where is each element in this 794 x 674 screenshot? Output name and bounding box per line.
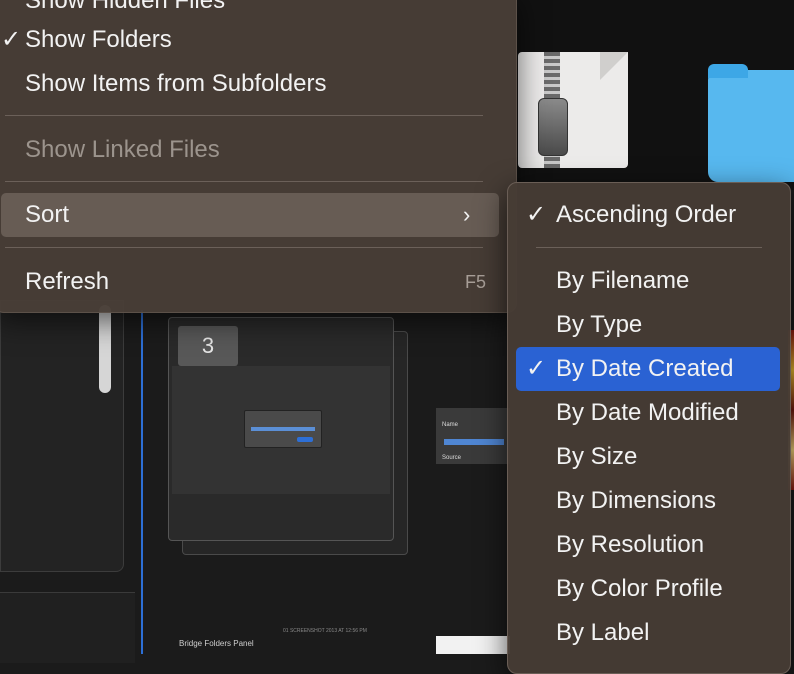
submenu-item-label: By Color Profile (556, 575, 723, 602)
view-context-menu: Show Hidden Files ✓ Show Folders Show It… (0, 0, 517, 313)
menu-item-show-folders[interactable]: ✓ Show Folders (1, 18, 511, 62)
submenu-item-by-label[interactable]: By Label (516, 611, 780, 655)
menu-item-show-items-from-subfolders[interactable]: Show Items from Subfolders (1, 62, 511, 106)
submenu-item-by-filename[interactable]: By Filename (516, 259, 780, 303)
menu-item-shortcut: F5 (465, 272, 487, 292)
folder-tab (708, 64, 748, 78)
thumbnail-caption: Bridge Folders Panel (179, 639, 254, 648)
menu-item-sort[interactable]: Sort › (1, 193, 499, 237)
submenu-item-label: By Label (556, 619, 650, 646)
submenu-item-label: By Type (556, 311, 643, 338)
zip-archive-icon[interactable] (518, 52, 628, 168)
menu-item-show-linked-files: Show Linked Files (1, 128, 511, 172)
submenu-item-label: By Date Created (556, 355, 734, 382)
small-thumb-highlight (444, 439, 504, 445)
submenu-item-label: By Resolution (556, 531, 705, 558)
thumbnail-progress-preview (251, 427, 315, 431)
stack-count-badge[interactable]: 3 (178, 326, 238, 366)
submenu-item-by-dimensions[interactable]: By Dimensions (516, 479, 780, 523)
page-fold (600, 52, 628, 80)
thumbnail-image (172, 366, 390, 494)
menu-item-refresh[interactable]: Refresh F5 (1, 260, 511, 304)
submenu-item-label: By Date Modified (556, 399, 739, 426)
zipper-pull (538, 98, 568, 156)
submenu-item-label: By Size (556, 443, 638, 470)
small-thumb-source: Source (442, 455, 462, 461)
checkmark-icon: ✓ (526, 201, 547, 228)
menu-separator (5, 115, 483, 116)
white-thumbnail[interactable] (436, 636, 510, 654)
submenu-item-label: By Filename (556, 267, 690, 294)
menu-item-label: Show Linked Files (25, 136, 220, 163)
panel-focus-divider (141, 310, 143, 654)
menu-separator (536, 247, 762, 248)
submenu-item-label: By Dimensions (556, 487, 717, 514)
submenu-item-by-type[interactable]: By Type (516, 303, 780, 347)
menu-item-label: Sort (25, 201, 70, 228)
thumbnail-button-preview (297, 437, 313, 442)
small-thumb-name: Name (442, 422, 459, 428)
submenu-item-by-date-modified[interactable]: By Date Modified (516, 391, 780, 435)
submenu-item-by-date-created[interactable]: ✓ By Date Created (516, 347, 780, 391)
small-thumbnail[interactable]: Name Source (436, 408, 510, 464)
left-panel-lower (0, 592, 135, 663)
submenu-item-by-color-profile[interactable]: By Color Profile (516, 567, 780, 611)
left-panel-scrollbar[interactable] (99, 305, 111, 393)
chevron-right-icon: › (463, 202, 471, 227)
menu-item-label: Show Items from Subfolders (25, 70, 327, 97)
checkmark-icon: ✓ (526, 355, 547, 382)
menu-separator (5, 247, 483, 248)
sort-submenu: ✓ Ascending Order By Filename By Type ✓ … (507, 182, 791, 674)
menu-item-label: Show Folders (25, 26, 172, 53)
submenu-item-ascending-order[interactable]: ✓ Ascending Order (516, 193, 780, 237)
submenu-item-label: Ascending Order (556, 201, 737, 228)
thumbnail-dialog-preview (244, 410, 322, 448)
thumbnail-timestamp: 01 SCREENSHOT 2013 AT 12:56 PM (283, 628, 367, 634)
submenu-item-by-resolution[interactable]: By Resolution (516, 523, 780, 567)
menu-item-label: Refresh (25, 268, 110, 295)
submenu-item-by-size[interactable]: By Size (516, 435, 780, 479)
folder-icon[interactable] (708, 64, 794, 182)
checkmark-icon: ✓ (1, 26, 22, 53)
menu-separator (5, 181, 483, 182)
